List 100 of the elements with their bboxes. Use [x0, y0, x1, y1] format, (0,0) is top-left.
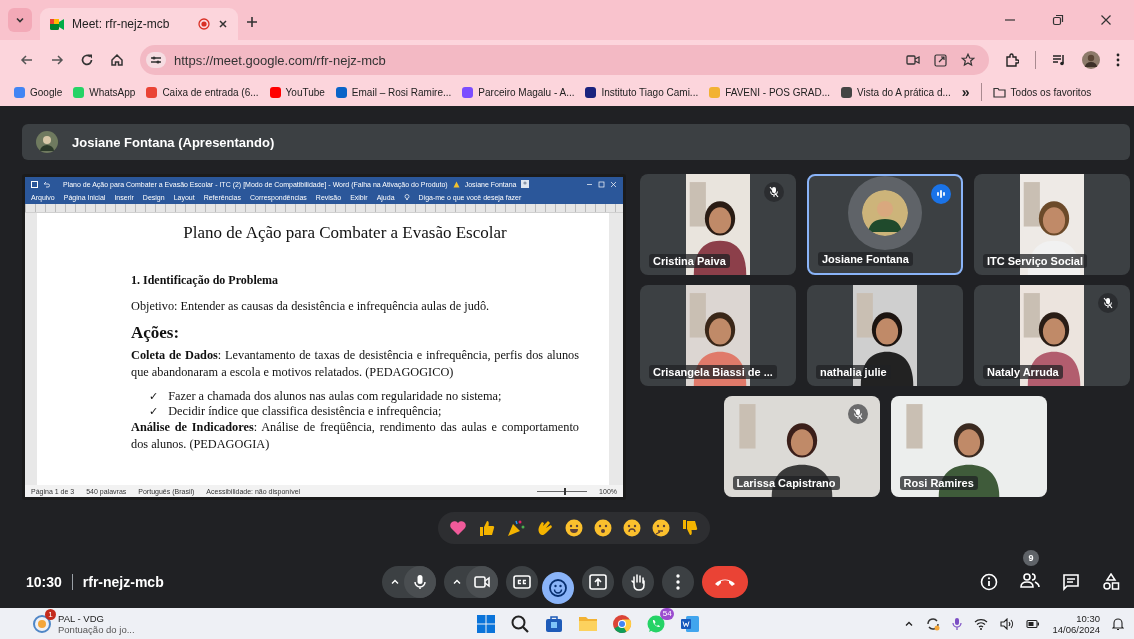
- reactions-button[interactable]: [542, 572, 574, 604]
- party-icon[interactable]: [506, 518, 526, 538]
- bookmark-link[interactable]: Caixa de entrada (6...: [146, 86, 259, 98]
- thinking-face-icon[interactable]: [651, 518, 671, 538]
- more-bookmarks-button[interactable]: »: [961, 84, 970, 100]
- taskbar-clock[interactable]: 10:30 14/06/2024: [1052, 612, 1100, 635]
- paragraph: Análise de Indicadores: Análise de freqüência, rendimento das aulas e comportamento dos alunos. (PEDAGOGIA): [131, 419, 579, 453]
- open-in-window-icon[interactable]: [934, 53, 947, 67]
- participant-tile[interactable]: Josiane Fontana: [807, 174, 963, 275]
- bookmark-link[interactable]: Email – Rosi Ramire...: [335, 86, 452, 98]
- participant-name: Cristina Paiva: [649, 254, 730, 268]
- widget-title: PAL - VDG: [58, 612, 105, 624]
- caret-icon: [390, 577, 400, 587]
- thumbs-down-icon[interactable]: [680, 518, 700, 538]
- participant-tile[interactable]: Nataly Arruda: [974, 285, 1130, 386]
- browser-tab[interactable]: Meet: rfr-nejz-mcb: [40, 8, 238, 40]
- thumbs-up-icon[interactable]: [477, 518, 497, 538]
- surprised-face-icon[interactable]: [593, 518, 613, 538]
- menu-dots-icon[interactable]: [1116, 53, 1120, 67]
- site-settings-icon[interactable]: [146, 52, 166, 68]
- bookmark-link[interactable]: Google: [14, 86, 63, 98]
- document-title-text: Plano de Ação para Combater a Evasão Escolar: [182, 223, 508, 243]
- site-icon: [269, 86, 281, 98]
- camera-icon[interactable]: [906, 54, 920, 66]
- zoom-slider-thumb[interactable]: [563, 487, 566, 495]
- bookmark-link[interactable]: FAVENI - POS GRAD...: [709, 86, 831, 98]
- tab-search-button[interactable]: [8, 8, 32, 32]
- raise-hand-button[interactable]: [622, 566, 654, 598]
- captions-button[interactable]: [506, 566, 538, 598]
- back-icon[interactable]: [20, 53, 34, 67]
- battery-icon[interactable]: [1026, 618, 1041, 629]
- app-icon: [32, 613, 52, 634]
- smiley-icon: [549, 579, 567, 597]
- bookmark-link[interactable]: Instituto Tiago Cami...: [585, 86, 699, 98]
- participant-tile[interactable]: Cristina Paiva: [640, 174, 796, 275]
- home-icon[interactable]: [110, 53, 124, 67]
- avatar-icon: [36, 131, 58, 153]
- puzzle-icon[interactable]: [1005, 53, 1019, 67]
- info-icon[interactable]: [980, 573, 998, 591]
- list-item-text: Decidir índice que classifica desistência e infrequência;: [168, 404, 442, 419]
- participant-name: Larissa Capistrano: [732, 476, 840, 490]
- participant-tile[interactable]: Larissa Capistrano: [723, 396, 880, 497]
- sad-face-icon[interactable]: [622, 518, 642, 538]
- heart-icon[interactable]: [448, 518, 468, 538]
- restore-icon[interactable]: [598, 180, 605, 188]
- present-screen-icon: [589, 574, 607, 590]
- folder-icon: [992, 86, 1006, 98]
- site-icon: [709, 86, 721, 98]
- wifi-icon[interactable]: [974, 617, 989, 630]
- reload-icon[interactable]: [80, 53, 94, 67]
- profile-avatar-icon[interactable]: [1082, 51, 1100, 69]
- media-controls-icon[interactable]: [1052, 54, 1066, 66]
- site-icon: [73, 86, 85, 98]
- participant-tile[interactable]: Rosi Ramires: [890, 396, 1047, 497]
- bookmark-link[interactable]: Parceiro Magalu - A...: [462, 86, 575, 98]
- participant-tile[interactable]: ITC Serviço Social: [974, 174, 1130, 275]
- close-icon[interactable]: [1100, 14, 1112, 26]
- camera-button[interactable]: [444, 566, 498, 598]
- app-badge: 54: [660, 607, 675, 620]
- people-icon[interactable]: [1020, 572, 1040, 588]
- all-bookmarks-link[interactable]: Todos os favoritos: [992, 86, 1092, 98]
- lightbulb-icon: [403, 194, 410, 201]
- section-heading: Ações:: [131, 323, 181, 343]
- section-heading: 1. Identificação do Problema: [131, 273, 280, 288]
- clock-date: 14/06/2024: [1052, 623, 1100, 635]
- store-bag-icon[interactable]: [544, 613, 565, 634]
- participant-tile[interactable]: nathalia julie: [807, 285, 963, 386]
- site-icon: [14, 86, 25, 98]
- address-bar[interactable]: https://meet.google.com/rfr-nejz-mcb: [140, 45, 989, 75]
- laugh-face-icon[interactable]: [564, 518, 584, 538]
- clock-time: 10:30: [1076, 612, 1100, 624]
- bookmark-link[interactable]: Vista do A prática d...: [841, 86, 951, 98]
- undo-icon[interactable]: [43, 180, 50, 188]
- microphone-button[interactable]: [382, 566, 436, 598]
- chat-icon[interactable]: [1062, 573, 1080, 591]
- bookmark-link[interactable]: WhatsApp: [73, 86, 136, 98]
- bookmark-link[interactable]: YouTube: [269, 86, 325, 98]
- volume-icon[interactable]: [1000, 617, 1015, 630]
- search-icon[interactable]: [510, 613, 531, 634]
- notification-bell-icon[interactable]: [1112, 616, 1124, 631]
- star-icon[interactable]: [961, 53, 975, 67]
- microphone-icon: [413, 574, 427, 590]
- present-button[interactable]: [582, 566, 614, 598]
- save-icon[interactable]: [31, 180, 38, 188]
- participant-name: ITC Serviço Social: [983, 254, 1087, 268]
- sync-icon[interactable]: [926, 616, 941, 631]
- camera-icon: [474, 575, 490, 589]
- new-tab-icon[interactable]: [246, 16, 258, 28]
- restore-icon[interactable]: [1052, 14, 1064, 26]
- browser-icon[interactable]: [612, 613, 633, 634]
- more-options-button[interactable]: [662, 566, 694, 598]
- microphone-icon[interactable]: [952, 616, 963, 631]
- paragraph: Objetivo: Entender as causas da desistência e infrequência aulas de judô.: [131, 298, 491, 315]
- document-app-icon[interactable]: [680, 613, 701, 634]
- forward-icon[interactable]: [50, 53, 64, 67]
- end-call-button[interactable]: [702, 566, 748, 598]
- windows-start-icon[interactable]: [476, 613, 497, 634]
- activities-icon[interactable]: [1102, 573, 1120, 591]
- participant-tile[interactable]: Crisangela Biassi de ...: [640, 285, 796, 386]
- close-icon[interactable]: [218, 19, 228, 29]
